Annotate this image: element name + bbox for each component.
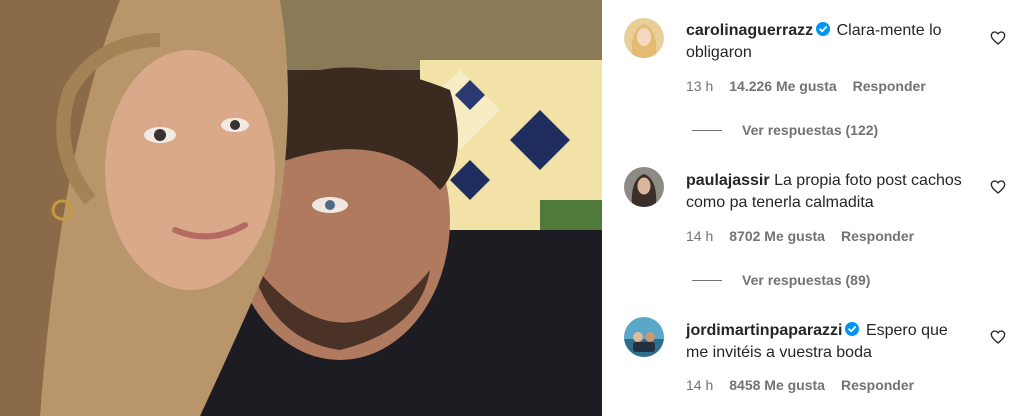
avatar-image [624, 317, 664, 357]
avatar[interactable] [624, 317, 664, 357]
view-replies-label: Ver respuestas (89) [742, 272, 871, 288]
comment-time[interactable]: 14 h [686, 228, 713, 244]
comment-username[interactable]: jordimartinpaparazzi [686, 322, 842, 339]
avatar-image [624, 167, 664, 207]
avatar[interactable] [624, 167, 664, 207]
reply-button[interactable]: Responder [841, 377, 914, 393]
reply-button[interactable]: Responder [841, 228, 914, 244]
reply-button[interactable]: Responder [853, 78, 926, 94]
comment-body: jordimartinpaparazzi Espero que me invit… [686, 320, 968, 364]
comments-panel: carolinaguerrazz Clara-mente lo obligaro… [602, 0, 1024, 416]
couple-selfie-image [0, 0, 602, 416]
comment-body: carolinaguerrazz Clara-mente lo obligaro… [686, 20, 968, 64]
divider-line [692, 129, 722, 131]
comment-time[interactable]: 14 h [686, 377, 713, 393]
comment-username[interactable]: paulajassir [686, 172, 770, 189]
comment-time[interactable]: 13 h [686, 78, 713, 94]
divider-line [692, 279, 722, 281]
verified-badge-icon [816, 22, 831, 36]
avatar[interactable] [624, 18, 664, 58]
comment-username[interactable]: carolinaguerrazz [686, 22, 813, 39]
comment-meta: 14 h 8702 Me gusta Responder [686, 228, 930, 244]
avatar-image [624, 18, 664, 58]
post-photo [0, 0, 602, 416]
heart-outline-icon[interactable] [990, 30, 1006, 46]
comment-meta: 13 h 14.226 Me gusta Responder [686, 78, 942, 94]
comment-likes[interactable]: 8458 Me gusta [729, 377, 825, 393]
heart-outline-icon[interactable] [990, 179, 1006, 195]
comment-likes[interactable]: 14.226 Me gusta [729, 78, 836, 94]
heart-outline-icon[interactable] [990, 329, 1006, 345]
comment-likes[interactable]: 8702 Me gusta [729, 228, 825, 244]
view-replies-button[interactable]: Ver respuestas (89) [692, 272, 870, 288]
verified-badge-icon [845, 322, 860, 336]
view-replies-button[interactable]: Ver respuestas (122) [692, 122, 878, 138]
comment-body: paulajassir La propia foto post cachos c… [686, 170, 968, 214]
view-replies-label: Ver respuestas (122) [742, 122, 879, 138]
comment-meta: 14 h 8458 Me gusta Responder [686, 377, 930, 393]
